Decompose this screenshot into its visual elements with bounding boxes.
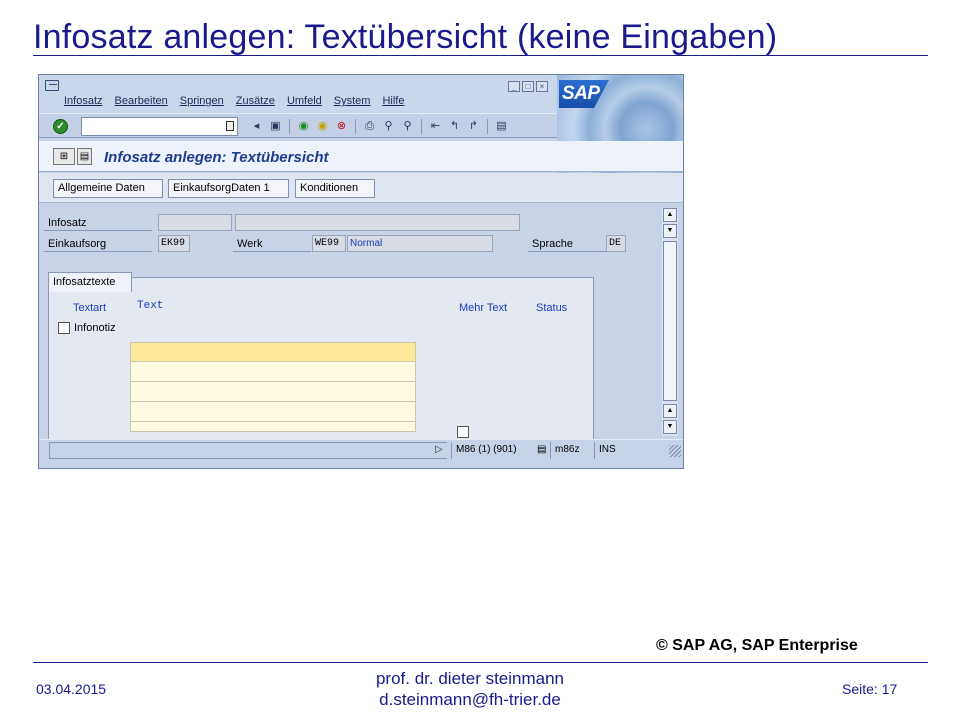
next-page-icon[interactable]: ↱ — [466, 119, 481, 134]
command-field[interactable] — [81, 117, 238, 136]
werk-label: Werk — [237, 238, 263, 250]
scroll-down-icon[interactable]: ▼ — [663, 224, 677, 238]
menu-infosatz[interactable]: Infosatz — [64, 95, 103, 107]
menu-hilfe[interactable]: Hilfe — [382, 95, 404, 107]
status-expand-icon[interactable]: ▷ — [435, 444, 443, 455]
vertical-scrollbar[interactable]: ▲ ▼ ▲ ▼ — [662, 208, 678, 436]
copyright: © SAP AG, SAP Enterprise — [656, 637, 858, 654]
text-row[interactable] — [130, 402, 416, 422]
save-icon[interactable]: ▣ — [268, 119, 283, 134]
exit-icon[interactable]: ◉ — [315, 119, 330, 134]
footer-page: Seite: 17 — [842, 681, 898, 697]
slide-title: Infosatz anlegen: Textübersicht (keine E… — [33, 18, 778, 56]
status-mode: INS — [594, 442, 626, 459]
main-content: Infosatz Einkaufsorg EK99 Werk WE99 Norm… — [44, 208, 656, 442]
screen-titlebar: ⊞ ▤ Infosatz anlegen: Textübersicht — [39, 141, 683, 172]
window-controls: _ □ × — [508, 81, 548, 92]
sprache-field[interactable]: DE — [606, 235, 626, 252]
minimize-icon[interactable]: _ — [508, 81, 520, 92]
toolbar-separator — [355, 119, 356, 134]
menu-bearbeiten[interactable]: Bearbeiten — [115, 95, 168, 107]
scroll-up-icon[interactable]: ▲ — [663, 208, 677, 222]
text-rows — [130, 342, 416, 432]
toolbar-separator — [289, 119, 290, 134]
konditionen-button[interactable]: Konditionen — [295, 179, 375, 198]
text-row[interactable] — [130, 362, 416, 382]
menu-umfeld[interactable]: Umfeld — [287, 95, 322, 107]
toolbar-separator — [421, 119, 422, 134]
sprache-label: Sprache — [532, 238, 573, 250]
toolbar-icons: ◂ ▣ ◉ ◉ ⊗ ⎙ ⚲ ⚲ ⇤ ↰ ↱ ▤ — [249, 119, 509, 134]
col-header-status: Status — [536, 302, 568, 314]
text-row[interactable] — [130, 342, 416, 362]
werk-field[interactable]: WE99 — [312, 235, 346, 252]
resize-grip-icon[interactable] — [669, 445, 681, 457]
text-row[interactable] — [130, 382, 416, 402]
author-email: d.steinmann@fh-trier.de — [379, 690, 561, 709]
footer-rule — [33, 662, 928, 663]
werk-type-field: Normal — [347, 235, 493, 252]
screen-title: Infosatz anlegen: Textübersicht — [104, 149, 329, 166]
ok-icon[interactable]: ✓ — [53, 119, 68, 134]
infonotiz-checkbox[interactable] — [58, 322, 70, 334]
system-menu-icon[interactable] — [45, 80, 59, 91]
footer-author: prof. dr. dieter steinmann d.steinmann@f… — [340, 668, 600, 710]
text-row[interactable] — [130, 422, 416, 432]
toolbar-separator — [487, 119, 488, 134]
find-icon[interactable]: ⚲ — [381, 119, 396, 134]
first-page-icon[interactable]: ⇤ — [428, 119, 443, 134]
back-icon[interactable]: ◉ — [296, 119, 311, 134]
details-icon[interactable]: ▤ — [77, 148, 92, 165]
sap-logo: SAP — [559, 80, 609, 108]
command-dropdown-icon[interactable] — [226, 121, 234, 131]
scrollbar-track[interactable] — [663, 241, 677, 401]
menu-items: Infosatz Bearbeiten Springen Zusätze Umf… — [64, 95, 416, 107]
infosatz-description-field — [235, 214, 520, 231]
maximize-icon[interactable]: □ — [522, 81, 534, 92]
history-back-icon[interactable]: ◂ — [249, 119, 264, 134]
einkaufsorg-field[interactable]: EK99 — [158, 235, 190, 252]
scroll-up-icon[interactable]: ▲ — [663, 404, 677, 418]
menu-system[interactable]: System — [334, 95, 371, 107]
close-icon[interactable]: × — [536, 81, 548, 92]
col-header-text: Text — [137, 300, 164, 312]
footer-date: 03.04.2015 — [36, 681, 107, 697]
title-rule — [33, 55, 928, 56]
overview-icon[interactable]: ⊞ — [53, 148, 75, 165]
infosatz-field[interactable] — [158, 214, 232, 231]
infosatz-label: Infosatz — [48, 217, 87, 229]
sap-window: Infosatz Bearbeiten Springen Zusätze Umf… — [38, 74, 684, 469]
infonotiz-label: Infonotiz — [74, 322, 116, 334]
author-name: prof. dr. dieter steinmann — [375, 669, 565, 688]
standard-toolbar: ✓ ◂ ▣ ◉ ◉ ⊗ ⎙ ⚲ ⚲ ⇤ ↰ ↱ ▤ — [39, 113, 557, 138]
status-message-area — [49, 442, 447, 459]
tab-infosatztexte[interactable]: Infosatztexte — [48, 272, 132, 292]
prev-page-icon[interactable]: ↰ — [447, 119, 462, 134]
print-icon[interactable]: ⎙ — [362, 119, 377, 134]
einkaufsorg-label: Einkaufsorg — [48, 238, 107, 250]
einkaufsorg-daten-button[interactable]: EinkaufsorgDaten 1 — [168, 179, 289, 198]
sap-logo-text: SAP — [562, 83, 600, 104]
col-header-textart: Textart — [73, 302, 107, 314]
status-list-icon[interactable]: ▤ — [533, 442, 551, 459]
allgemeine-daten-button[interactable]: Allgemeine Daten — [53, 179, 163, 198]
scroll-down-icon[interactable]: ▼ — [663, 420, 677, 434]
new-session-icon[interactable]: ▤ — [494, 119, 509, 134]
cancel-icon[interactable]: ⊗ — [334, 119, 349, 134]
menu-zusaetze[interactable]: Zusätze — [236, 95, 275, 107]
application-toolbar: Allgemeine Daten EinkaufsorgDaten 1 Kond… — [39, 173, 683, 203]
status-server: m86z — [550, 442, 594, 459]
status-bar: ▷ M86 (1) (901) ▤ m86z INS — [39, 439, 683, 461]
menu-springen[interactable]: Springen — [180, 95, 224, 107]
col-header-mehr-text: Mehr Text — [459, 302, 508, 314]
mehr-text-checkbox[interactable] — [457, 426, 469, 438]
find-next-icon[interactable]: ⚲ — [400, 119, 415, 134]
